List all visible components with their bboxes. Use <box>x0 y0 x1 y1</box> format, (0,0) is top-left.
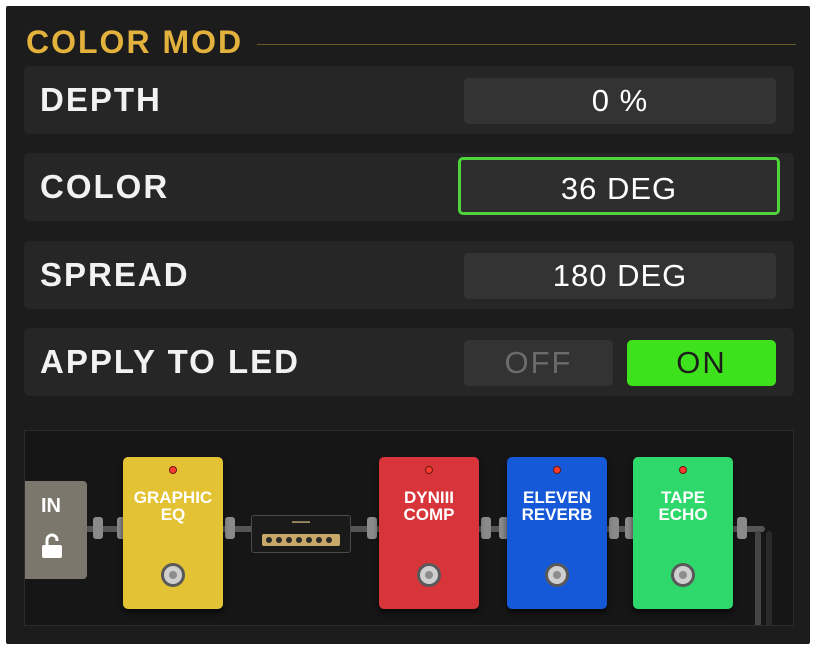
jack <box>225 517 235 539</box>
pedal-eleven-reverb[interactable]: ELEVEN REVERB <box>507 457 607 609</box>
param-row-spread: SPREAD 180 DEG <box>24 241 794 309</box>
amp-control-panel <box>262 534 340 546</box>
param-row-apply-to-led: APPLY TO LED OFF ON <box>24 328 794 396</box>
footswitch-icon <box>545 563 569 587</box>
param-label-apply-to-led: APPLY TO LED <box>40 343 300 380</box>
amp-knob <box>316 537 322 543</box>
led-on-button[interactable]: ON <box>627 340 776 386</box>
jack <box>367 517 377 539</box>
input-label: IN <box>41 495 61 517</box>
footswitch-icon <box>161 563 185 587</box>
jack <box>609 517 619 539</box>
output-cable <box>755 531 761 625</box>
param-value-spread[interactable]: 180 DEG <box>464 253 776 299</box>
pedal-graphic-eq[interactable]: GRAPHIC EQ <box>123 457 223 609</box>
param-row-depth: DEPTH 0 % <box>24 66 794 134</box>
section-header: COLOR MOD <box>26 22 796 62</box>
signal-chain: IN GRAPHIC EQ ▬▬▬ DYNIII COMP ELEVEN REV… <box>24 430 794 626</box>
amp-knob <box>276 537 282 543</box>
param-row-color: COLOR 36 DEG <box>24 153 794 221</box>
pedal-led <box>169 466 177 474</box>
jack <box>737 517 747 539</box>
amp-knob <box>306 537 312 543</box>
pedal-tape-echo[interactable]: TAPE ECHO <box>633 457 733 609</box>
pedal-name: GRAPHIC EQ <box>133 488 213 524</box>
output-cable-shadow <box>766 531 772 625</box>
param-label-color: COLOR <box>40 168 170 205</box>
jack <box>93 517 103 539</box>
unlocked-padlock-icon <box>41 533 63 564</box>
section-divider <box>257 43 796 45</box>
amp-knob <box>326 537 332 543</box>
jack <box>481 517 491 539</box>
pedal-name: TAPE ECHO <box>658 488 708 524</box>
footswitch-icon <box>417 563 441 587</box>
param-label-spread: SPREAD <box>40 256 190 293</box>
pedal-led <box>553 466 561 474</box>
param-label-depth: DEPTH <box>40 81 162 118</box>
input-block[interactable]: IN <box>25 481 87 579</box>
amp-knob <box>296 537 302 543</box>
pedal-led <box>425 466 433 474</box>
param-value-color[interactable]: 36 DEG <box>458 157 780 215</box>
section-title: COLOR MOD <box>26 23 244 60</box>
footswitch-icon <box>671 563 695 587</box>
pedal-name: DYNIII COMP <box>403 488 455 524</box>
led-off-button[interactable]: OFF <box>464 340 613 386</box>
amp-knob <box>266 537 272 543</box>
amp-head-icon[interactable]: ▬▬▬ <box>251 515 351 553</box>
pedal-led <box>679 466 687 474</box>
pedal-dyniii-comp[interactable]: DYNIII COMP <box>379 457 479 609</box>
param-value-depth[interactable]: 0 % <box>464 78 776 124</box>
pedal-name: ELEVEN REVERB <box>521 488 593 524</box>
color-mod-panel: COLOR MOD DEPTH 0 % COLOR 36 DEG SPREAD … <box>6 6 810 644</box>
amp-logo: ▬▬▬ <box>292 519 310 525</box>
amp-knob <box>286 537 292 543</box>
